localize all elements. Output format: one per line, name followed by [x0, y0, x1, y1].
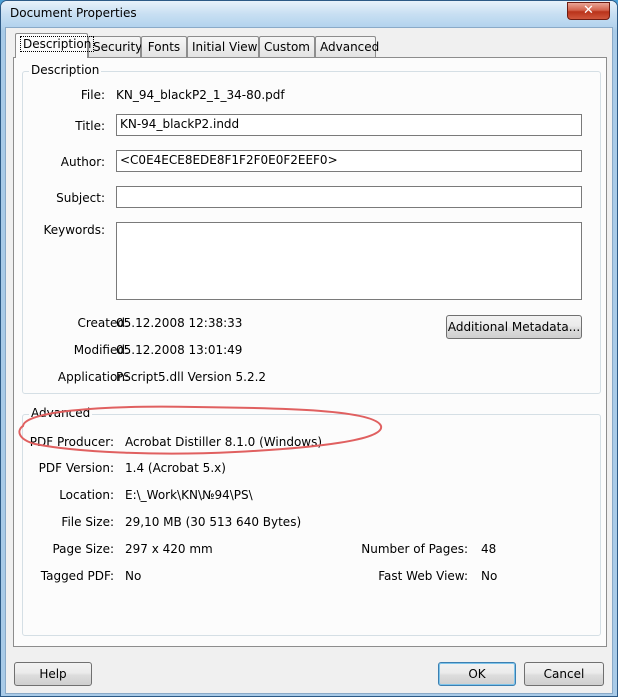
tab-advanced[interactable]: Advanced	[315, 36, 379, 57]
tab-custom[interactable]: Custom	[259, 36, 315, 57]
application-value: PScript5.dll Version 5.2.2	[116, 370, 267, 384]
keywords-label: Keywords:	[43, 223, 105, 237]
number-of-pages-value: 48	[481, 542, 497, 556]
title-field[interactable]: KN-94_blackP2.indd	[116, 114, 582, 136]
subject-field[interactable]	[116, 186, 582, 208]
dialog-client-area: Description Security Fonts Initial View …	[5, 27, 613, 694]
pdf-producer-value: Acrobat Distiller 8.1.0 (Windows)	[125, 435, 323, 449]
advanced-group-label: Advanced	[29, 406, 93, 420]
additional-metadata-button[interactable]: Additional Metadata...	[446, 315, 582, 339]
pdf-producer-label: PDF Producer:	[29, 435, 114, 449]
file-size-label: File Size:	[61, 515, 114, 529]
page-size-value: 297 x 420 mm	[125, 542, 213, 556]
location-label: Location:	[59, 488, 114, 502]
author-field[interactable]: <C0E4ECE8EDE8F1F2F0E0F2EEF0>	[116, 150, 582, 172]
tab-description[interactable]: Description	[15, 33, 95, 58]
description-group-label: Description	[29, 63, 102, 77]
help-button[interactable]: Help	[14, 662, 92, 686]
pdf-version-label: PDF Version:	[38, 461, 114, 475]
pdf-version-value: 1.4 (Acrobat 5.x)	[125, 461, 226, 475]
title-bar[interactable]: Document Properties ✕	[1, 1, 617, 27]
number-of-pages-label: Number of Pages:	[361, 542, 468, 556]
tagged-pdf-label: Tagged PDF:	[40, 569, 114, 583]
file-size-value: 29,10 MB (30 513 640 Bytes)	[125, 515, 302, 529]
tab-fonts[interactable]: Fonts	[141, 36, 187, 57]
close-button[interactable]: ✕	[567, 2, 610, 20]
tagged-pdf-value: No	[125, 569, 142, 583]
modified-value: 05.12.2008 13:01:49	[116, 343, 243, 357]
location-value: E:\_Work\KN\№94\PS\	[125, 488, 253, 502]
subject-label: Subject:	[56, 191, 105, 205]
fast-web-view-label: Fast Web View:	[378, 569, 468, 583]
window-title: Document Properties	[10, 6, 137, 20]
ok-button[interactable]: OK	[438, 662, 516, 686]
document-properties-window: Document Properties ✕ Description Securi…	[0, 0, 618, 697]
file-label: File:	[80, 88, 105, 102]
created-value: 05.12.2008 12:38:33	[116, 316, 243, 330]
description-tab-panel: Description File: KN_94_blackP2_1_34-80.…	[13, 57, 607, 647]
cancel-button[interactable]: Cancel	[524, 662, 604, 686]
keywords-field[interactable]	[116, 222, 582, 300]
file-value: KN_94_blackP2_1_34-80.pdf	[116, 88, 285, 102]
tab-description-label: Description	[20, 36, 95, 52]
author-label: Author:	[60, 155, 105, 169]
page-size-label: Page Size:	[52, 542, 114, 556]
tab-security[interactable]: Security	[88, 36, 142, 57]
fast-web-view-value: No	[481, 569, 498, 583]
title-label: Title:	[75, 119, 105, 133]
tab-initial-view[interactable]: Initial View	[187, 36, 259, 57]
